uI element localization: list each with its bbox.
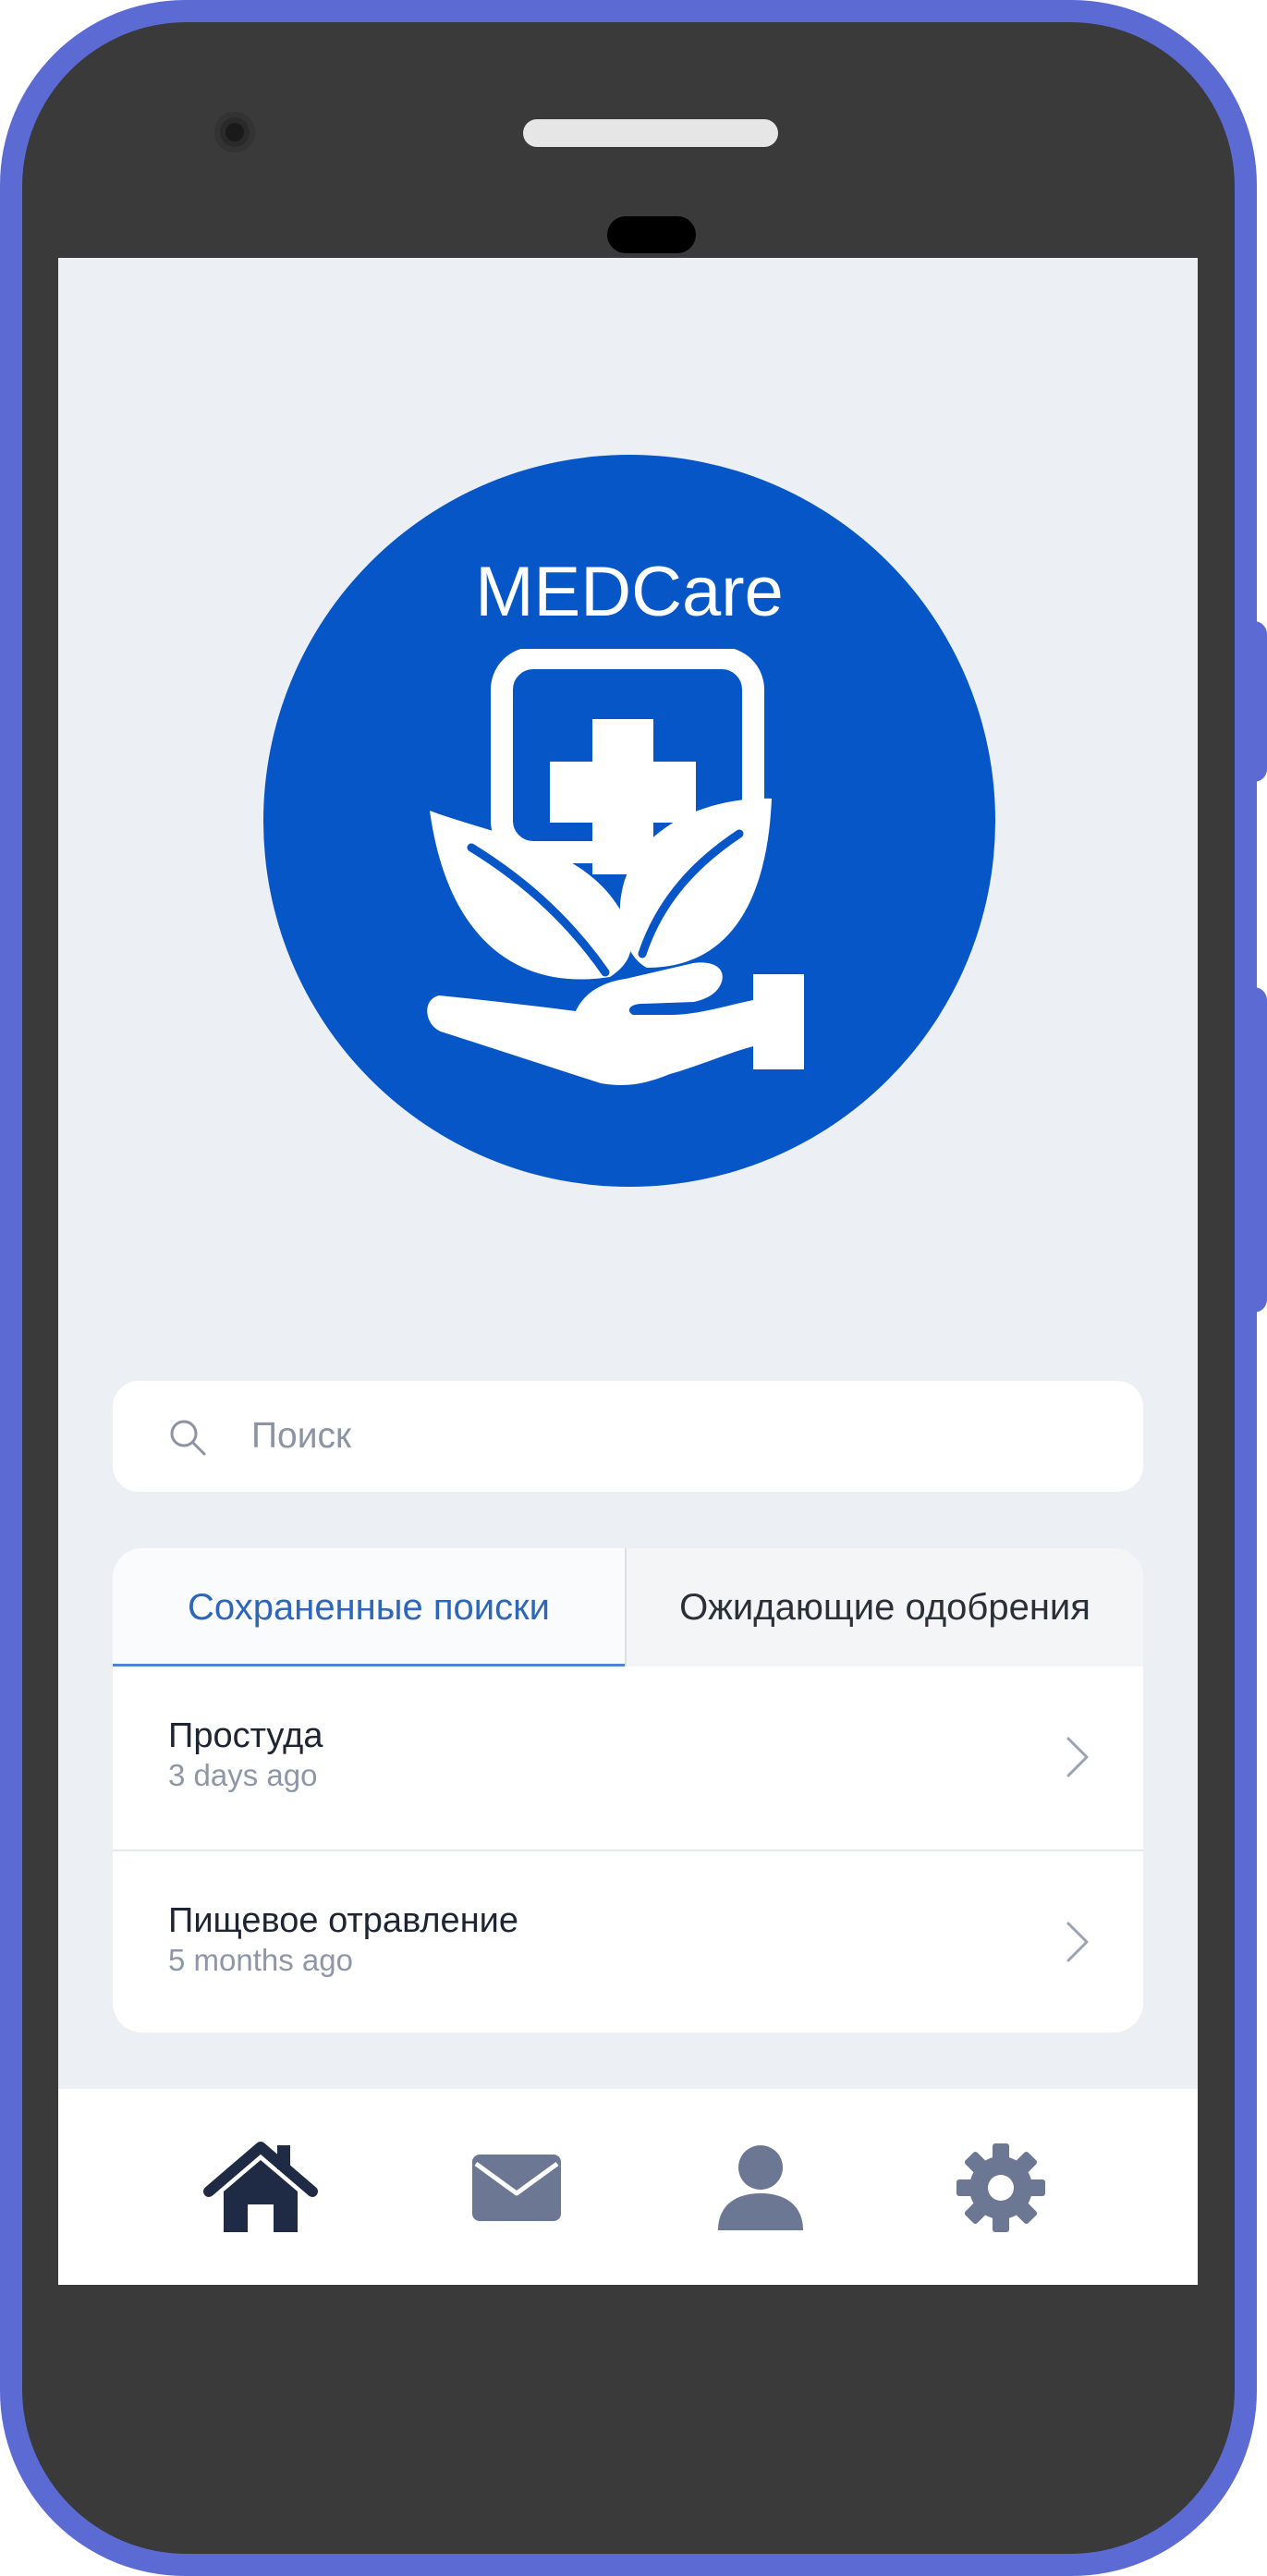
nav-settings-button[interactable] [944, 2137, 1058, 2239]
searches-card: Сохраненные поиски Ожидающие одобрения П… [113, 1548, 1143, 2033]
bottom-nav [58, 2089, 1198, 2285]
list-item[interactable]: Пищевое отравление 5 months ago [113, 1851, 1143, 2033]
chevron-right-icon [1066, 1737, 1089, 1777]
search-bar[interactable] [113, 1381, 1143, 1492]
item-title: Простуда [168, 1716, 323, 1755]
medical-leaf-hand-icon [427, 649, 804, 1085]
logo-title: MEDCare [475, 553, 784, 631]
power-button [1249, 987, 1267, 1312]
list-item[interactable]: Простуда 3 days ago [113, 1666, 1143, 1851]
nav-home-button[interactable] [203, 2137, 318, 2239]
nav-messages-button[interactable] [459, 2137, 574, 2239]
chevron-right-icon [1066, 1922, 1089, 1962]
search-input[interactable] [251, 1399, 1083, 1473]
volume-button [1249, 621, 1267, 782]
app-screen: MEDCare Сохраненные поиски Ожид [58, 258, 1198, 2285]
front-camera [214, 112, 255, 153]
gear-icon [956, 2143, 1045, 2232]
tab-pending-approvals[interactable]: Ожидающие одобрения [627, 1548, 1143, 1666]
mail-icon [472, 2155, 561, 2221]
tab-label: Сохраненные поиски [188, 1586, 550, 1628]
tab-label: Ожидающие одобрения [679, 1586, 1090, 1628]
item-timestamp: 3 days ago [168, 1758, 318, 1792]
earpiece-speaker [523, 119, 778, 147]
tab-saved-searches[interactable]: Сохраненные поиски [113, 1548, 625, 1666]
item-title: Пищевое отравление [168, 1901, 519, 1940]
app-logo: MEDCare [263, 455, 995, 1187]
item-timestamp: 5 months ago [168, 1943, 353, 1977]
home-icon [203, 2142, 318, 2232]
proximity-sensor [607, 216, 696, 253]
user-icon [718, 2145, 803, 2230]
search-icon [170, 1420, 206, 1456]
nav-profile-button[interactable] [703, 2137, 818, 2239]
